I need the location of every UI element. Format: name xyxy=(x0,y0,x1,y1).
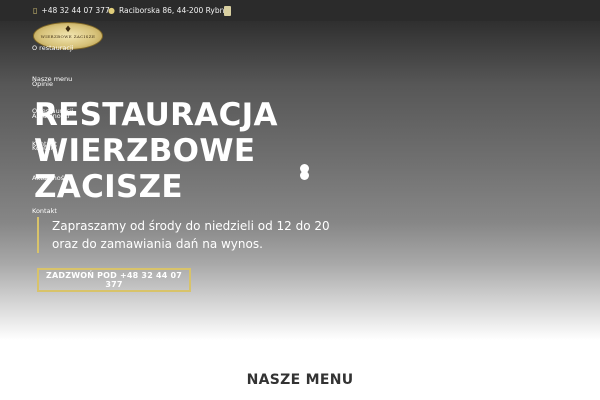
phone-icon: ▯ xyxy=(33,6,38,15)
top-bar: ▯ +48 32 44 07 377 ● Raciborska 86, 44-2… xyxy=(0,0,600,21)
address-contact: ● Raciborska 86, 44-200 Rybnik xyxy=(108,6,231,15)
hero-intro: Zapraszamy od środy do niedzieli od 12 d… xyxy=(37,217,330,253)
phone-contact[interactable]: ▯ +48 32 44 07 377 xyxy=(33,6,110,15)
address-text: Raciborska 86, 44-200 Rybnik xyxy=(118,6,231,15)
nav-link-o-restauracji[interactable]: O restauracji xyxy=(32,44,74,52)
slider-pagination xyxy=(300,164,309,180)
hero-title-line: RESTAURACJA xyxy=(34,97,278,133)
phone-number[interactable]: +48 32 44 07 377 xyxy=(41,6,109,15)
intro-line: Zapraszamy od środy do niedzieli od 12 d… xyxy=(52,219,330,233)
nav-link-kontakt-3[interactable]: Kontakt xyxy=(32,207,57,215)
section-title: NASZE MENU xyxy=(246,372,354,388)
intro-line: oraz do zamawiania dań na wynos. xyxy=(52,237,263,251)
nav-link-opinie[interactable]: Opinie xyxy=(32,80,53,88)
call-button[interactable]: ZADZWOŃ POD +48 32 44 07 377 xyxy=(37,268,191,292)
hero-title: RESTAURACJA WIERZBOWE ZACISZE xyxy=(34,97,278,205)
facebook-icon[interactable] xyxy=(224,6,231,16)
hero-title-line: WIERZBOWE xyxy=(34,133,256,169)
logo-text: WIERZBOWE ZACISZE xyxy=(40,34,96,39)
slider-dot[interactable] xyxy=(300,171,309,180)
hero-title-line: ZACISZE xyxy=(34,169,183,205)
location-pin-icon: ● xyxy=(108,6,115,15)
